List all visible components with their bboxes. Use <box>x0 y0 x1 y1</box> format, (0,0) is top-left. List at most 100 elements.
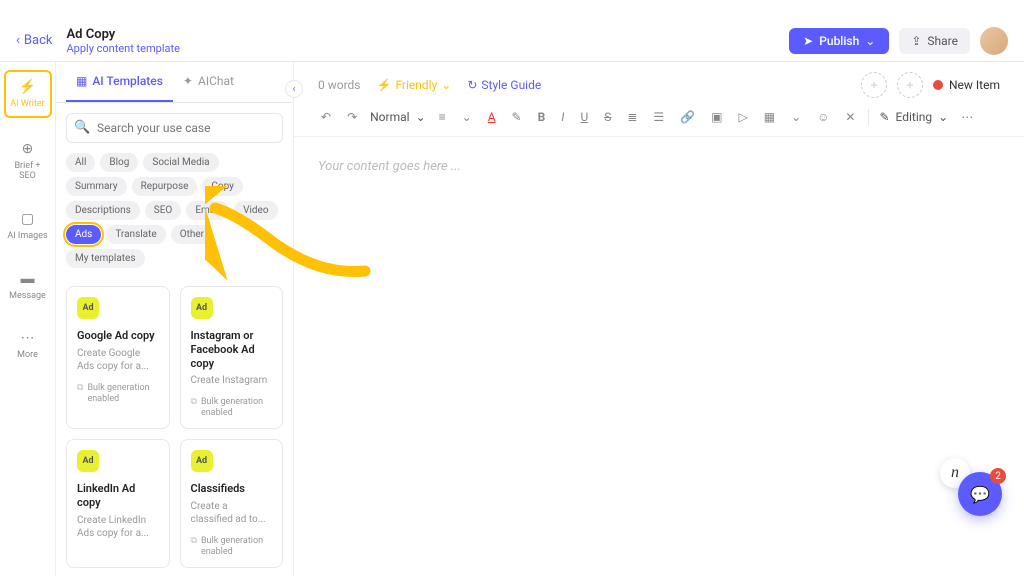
undo-button[interactable]: ↶ <box>318 108 334 126</box>
filter-chip-all[interactable]: All <box>66 153 95 172</box>
filter-chip-descriptions[interactable]: Descriptions <box>66 201 140 220</box>
add-collaborator-button-2[interactable]: + <box>897 72 923 98</box>
image-button[interactable]: ▣ <box>708 108 725 126</box>
filter-chip-translate[interactable]: Translate <box>106 225 165 244</box>
table-button[interactable]: ▦ <box>761 108 778 126</box>
editing-mode-select[interactable]: ✎ Editing ⌄ <box>879 110 948 124</box>
templates-panel: ‹ ▦ AI Templates ✦ AIChat 🔍 AllBlogSocia… <box>56 62 294 576</box>
publish-label: Publish <box>819 34 859 48</box>
word-count: 0 words <box>318 78 361 92</box>
header-title-block: Ad Copy Apply content template <box>66 27 179 55</box>
style-guide-button[interactable]: ↻ Style Guide <box>467 78 541 92</box>
filter-chip-my-templates[interactable]: My templates <box>66 249 145 268</box>
rail-label: AI Images <box>7 232 47 242</box>
align-button[interactable]: ≡ <box>436 108 449 126</box>
filter-chips: All Blog Social Media Summary RepurposeCopy D… <box>56 153 293 278</box>
paragraph-style-select[interactable]: Normal ⌄ <box>370 110 426 124</box>
editing-label: Editing <box>896 110 933 124</box>
emoji-button[interactable]: ☺ <box>814 108 832 126</box>
editor-toolbar: ↶ ↷ Normal ⌄ ≡ ⌄ A ✎ B I U S ≣ ☰ 🔗 ▣ ▷ ▦ <box>294 98 1024 137</box>
pencil-icon: ✎ <box>879 110 889 124</box>
rocket-icon: ➤ <box>803 34 813 48</box>
card-title: LinkedIn Ad copy <box>77 482 159 510</box>
rail-ai-writer[interactable]: ⚡ AI Writer <box>4 70 52 118</box>
filter-chip-video[interactable]: Video <box>234 201 277 220</box>
card-title: Classifieds <box>191 482 273 496</box>
grid-icon: ▦ <box>76 74 87 88</box>
underline-button[interactable]: U <box>577 108 591 126</box>
more-icon: ⋯ <box>19 329 37 347</box>
card-title: Instagram or Facebook Ad copy <box>191 329 273 370</box>
bolt-icon: ⚡ <box>19 78 37 96</box>
format-label: Normal <box>370 110 409 124</box>
rail-label: More <box>17 351 38 361</box>
template-cards: AdGoogle Ad copyCreate Google Ads copy f… <box>56 278 293 576</box>
clear-format-button[interactable]: ✕ <box>842 108 858 126</box>
back-label: Back <box>24 33 53 48</box>
publish-button[interactable]: ➤ Publish ⌄ <box>789 28 889 54</box>
tone-selector[interactable]: ⚡ Friendly ⌄ <box>377 78 452 92</box>
editor-content[interactable]: Your content goes here ... <box>294 137 1024 576</box>
tab-aichat[interactable]: ✦ AIChat <box>173 62 244 102</box>
user-avatar[interactable] <box>980 27 1008 55</box>
collapse-panel-button[interactable]: ‹ <box>285 80 303 98</box>
highlight-button[interactable]: ✎ <box>509 108 525 126</box>
rail-label: Message <box>9 292 46 302</box>
rail-more[interactable]: ⋯ More <box>4 323 52 367</box>
chevron-down-icon[interactable]: ⌄ <box>788 108 804 126</box>
template-card[interactable]: AdClassifiedsCreate a classified ad to..… <box>180 439 284 568</box>
tab-label: AI Templates <box>92 74 163 88</box>
filter-chip-blog[interactable]: Blog <box>100 153 138 172</box>
filter-chip-repurpose[interactable]: Repurpose <box>132 177 198 196</box>
tab-label: AIChat <box>198 74 234 88</box>
apply-template-link[interactable]: Apply content template <box>66 42 179 55</box>
template-card[interactable]: AdGoogle Ad copyCreate Google Ads copy f… <box>66 286 170 429</box>
rail-message[interactable]: ▬ Message <box>4 264 52 308</box>
refresh-icon: ↻ <box>467 78 477 92</box>
bold-button[interactable]: B <box>535 108 549 126</box>
editor-area: 0 words ⚡ Friendly ⌄ ↻ Style Guide + + N… <box>294 62 1024 576</box>
toolbar-divider <box>868 109 869 125</box>
add-collaborator-button[interactable]: + <box>861 72 887 98</box>
filter-chip-seo[interactable]: SEO <box>145 201 182 220</box>
image-icon: ▢ <box>19 210 37 228</box>
italic-button[interactable]: I <box>558 108 567 126</box>
text-color-button[interactable]: A <box>485 108 499 126</box>
share-button[interactable]: ⇪ Share <box>899 28 970 54</box>
template-card[interactable]: AdLinkedIn Ad copyCreate LinkedIn Ads co… <box>66 439 170 568</box>
numbered-list-button[interactable]: ☰ <box>650 108 667 126</box>
status-selector[interactable]: New Item <box>933 78 1000 92</box>
filter-chip-social-media[interactable]: Social Media <box>143 153 218 172</box>
redo-button[interactable]: ↷ <box>344 108 360 126</box>
filter-chip-copy[interactable]: Copy <box>202 177 243 196</box>
chat-fab[interactable]: 💬 2 <box>958 472 1002 516</box>
video-button[interactable]: ▷ <box>735 108 750 126</box>
link-button[interactable]: 🔗 <box>677 108 698 126</box>
rail-ai-images[interactable]: ▢ AI Images <box>4 204 52 248</box>
editor-placeholder: Your content goes here ... <box>318 159 461 174</box>
bullet-list-button[interactable]: ≣ <box>624 108 640 126</box>
tab-ai-templates[interactable]: ▦ AI Templates <box>66 62 173 102</box>
template-card[interactable]: AdInstagram or Facebook Ad copyCreate In… <box>180 286 284 429</box>
status-dot-icon <box>933 80 943 90</box>
chat-icon: 💬 <box>970 485 990 504</box>
style-guide-label: Style Guide <box>481 78 541 92</box>
rail-brief-seo[interactable]: ⊕ Brief + SEO <box>4 134 52 188</box>
filter-chip-summary[interactable]: Summary <box>66 177 127 196</box>
filter-chip-ads[interactable]: Ads <box>66 225 101 244</box>
chat-icon: ✦ <box>183 74 193 88</box>
ad-icon: Ad <box>77 450 99 472</box>
ad-icon: Ad <box>77 297 99 319</box>
share-label: Share <box>927 34 958 48</box>
upload-icon: ⇪ <box>911 34 921 48</box>
search-input[interactable] <box>66 113 283 143</box>
filter-chip-other[interactable]: Other <box>171 225 213 244</box>
ad-icon: Ad <box>191 450 213 472</box>
back-button[interactable]: ‹ Back <box>16 33 52 48</box>
message-icon: ▬ <box>19 270 37 288</box>
chevron-down-icon[interactable]: ⌄ <box>459 108 475 126</box>
filter-chip-email[interactable]: Email <box>186 201 229 220</box>
more-tools-button[interactable]: ⋯ <box>958 108 976 126</box>
strike-button[interactable]: S <box>601 108 614 126</box>
copy-icon: ⧉ <box>191 536 197 547</box>
